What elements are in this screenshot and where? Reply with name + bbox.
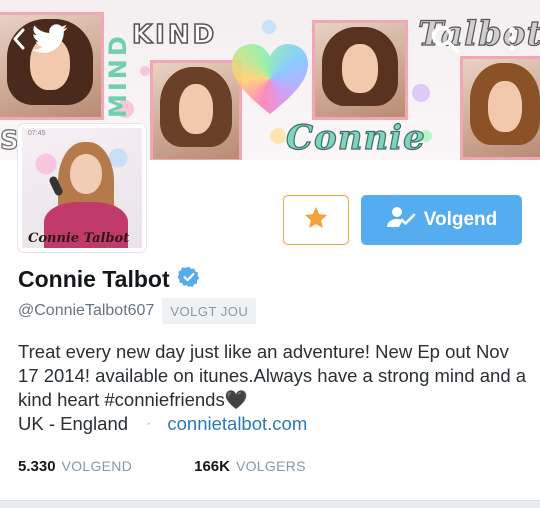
followers-count: 166K	[194, 458, 230, 475]
bubble-decoration	[140, 66, 150, 76]
banner-photo	[460, 56, 540, 160]
profile-avatar[interactable]: 07:45 Connie Talbot	[18, 124, 146, 252]
search-icon[interactable]	[428, 24, 462, 54]
separator-dot: ·	[146, 415, 152, 432]
profile-website-link[interactable]: connietalbot.com	[167, 413, 307, 435]
star-icon	[303, 205, 329, 236]
rainbow-heart-decoration	[232, 44, 308, 114]
banner-word-kind: KIND	[131, 19, 218, 51]
following-count: 5.330	[18, 458, 56, 475]
banner-word-s: S	[0, 125, 20, 156]
banner-photo	[150, 60, 242, 160]
user-check-icon	[386, 205, 416, 235]
banner-word-mind: MIND	[104, 33, 132, 118]
following-button[interactable]: Volgend	[361, 195, 522, 245]
following-button-label: Volgend	[423, 209, 498, 230]
banner-word-connie: Connie	[285, 117, 426, 158]
following-label: VOLGEND	[61, 458, 133, 474]
follows-you-badge: VOLGT JOU	[162, 298, 257, 324]
following-stat[interactable]: 5.330 VOLGEND	[18, 458, 132, 475]
profile-handle[interactable]: @ConnieTalbot607	[18, 302, 154, 320]
more-vertical-icon[interactable]	[498, 24, 526, 54]
profile-location: UK - England	[18, 413, 129, 434]
followers-stat[interactable]: 166K VOLGERS	[194, 458, 306, 475]
bubble-decoration	[270, 128, 286, 144]
avatar-signature: Connie Talbot	[28, 231, 130, 246]
bubble-decoration	[412, 84, 430, 102]
verified-badge-icon	[176, 266, 200, 293]
profile-bio: Treat every new day just like an adventu…	[18, 341, 527, 410]
twitter-bird-icon[interactable]	[30, 24, 70, 54]
bubble-decoration	[262, 20, 276, 34]
avatar-status-time: 07:45	[28, 130, 46, 137]
profile-name: Connie Talbot	[18, 266, 170, 292]
favorite-button[interactable]	[283, 195, 349, 245]
section-divider	[0, 500, 540, 508]
followers-label: VOLGERS	[235, 458, 306, 474]
banner-photo	[312, 20, 408, 120]
